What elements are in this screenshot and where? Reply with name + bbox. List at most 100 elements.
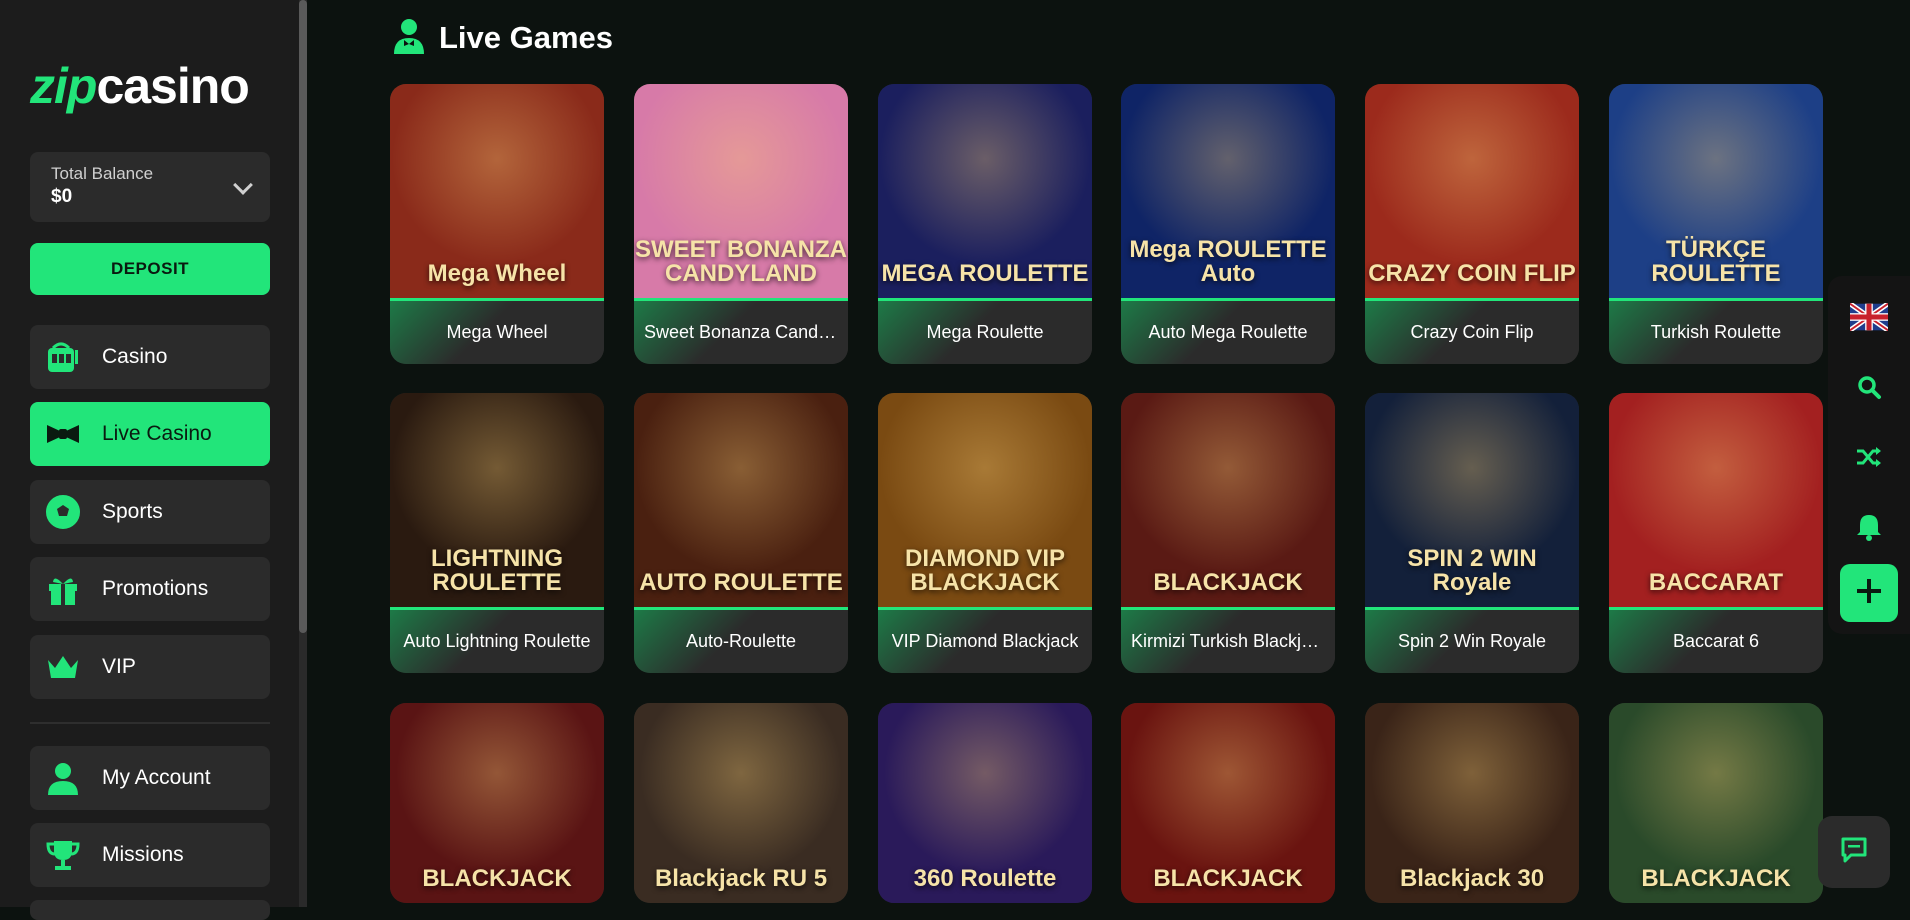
game-title-bar[interactable]: Kirmizi Turkish Blackjack [1121,607,1335,673]
user-icon [44,759,82,797]
game-thumbnail[interactable]: TÜRKÇE ROULETTE [1609,84,1823,298]
uk-flag-icon [1848,301,1890,336]
game-title-bar[interactable]: Spin 2 Win Royale [1365,607,1579,673]
game-thumbnail[interactable]: Mega ROULETTE Auto [1121,84,1335,298]
game-art-text: BACCARAT [1648,569,1784,596]
language-button[interactable] [1840,290,1898,348]
live-chat-button[interactable] [1818,816,1890,888]
game-thumbnail[interactable]: CRAZY COIN FLIP [1365,84,1579,298]
game-thumbnail[interactable]: 360 Roulette [878,703,1092,903]
game-title-bar[interactable]: Auto Mega Roulette [1121,298,1335,364]
game-title-bar[interactable]: Baccarat 6 [1609,607,1823,673]
crown-icon [44,648,82,686]
random-game-button[interactable] [1840,430,1898,488]
sidebar: zip casino Total Balance $0 DEPOSIT Casin… [0,0,302,920]
game-card[interactable]: AUTO ROULETTE Auto-Roulette [634,393,848,673]
game-thumbnail[interactable]: MEGA ROULETTE [878,84,1092,298]
sidebar-item-label: VIP [102,655,136,678]
deposit-button[interactable]: DEPOSIT [30,243,270,295]
game-card[interactable]: Mega Wheel Mega Wheel [390,84,604,364]
game-title: Sweet Bonanza Candy Land [644,322,838,342]
sidebar-item-missions[interactable]: Missions [30,823,270,887]
sidebar-item-live-casino[interactable]: Live Casino [30,402,270,466]
game-thumbnail[interactable]: Blackjack 30 [1365,703,1579,903]
sidebar-item-casino[interactable]: Casino [30,325,270,389]
game-card[interactable]: TÜRKÇE ROULETTE Turkish Roulette [1609,84,1823,364]
sidebar-item-promotions[interactable]: Promotions [30,557,270,621]
soccer-ball-icon [44,493,82,531]
game-title: Auto Mega Roulette [1148,322,1308,342]
game-thumbnail[interactable]: BLACKJACK [390,703,604,903]
search-button[interactable] [1840,360,1898,418]
game-card[interactable]: BACCARAT Baccarat 6 [1609,393,1823,673]
game-thumbnail[interactable]: BLACKJACK [1121,393,1335,607]
game-thumbnail[interactable]: LIGHTNING ROULETTE [390,393,604,607]
game-title: Auto Lightning Roulette [403,631,591,651]
game-art-text: LIGHTNING ROULETTE [431,545,563,596]
game-thumbnail[interactable]: SWEET BONANZA CANDYLAND [634,84,848,298]
zipcasino-logo[interactable]: zip casino [30,58,250,114]
game-thumbnail[interactable]: BACCARAT [1609,393,1823,607]
sidebar-item-label: Live Casino [102,422,212,445]
game-title: Mega Roulette [926,322,1044,342]
game-title-bar[interactable]: Auto Lightning Roulette [390,607,604,673]
game-thumbnail[interactable]: AUTO ROULETTE [634,393,848,607]
slot-machine-icon [44,338,82,376]
chat-icon [1839,835,1869,870]
game-thumbnail[interactable]: Mega Wheel [390,84,604,298]
game-card[interactable]: DIAMOND VIP BLACKJACK VIP Diamond Blackja… [878,393,1092,673]
game-art-text: AUTO ROULETTE [639,569,843,596]
game-card[interactable]: Blackjack RU 5 [634,703,848,903]
sidebar-item-label: Sports [102,500,163,523]
game-card[interactable]: BLACKJACK [1121,703,1335,903]
sidebar-item-partial[interactable] [30,900,270,920]
game-art-text: TÜRKÇE ROULETTE [1651,236,1781,287]
game-card[interactable]: BLACKJACK [1609,703,1823,903]
game-title-bar[interactable]: Sweet Bonanza Candy Land [634,298,848,364]
game-title: Auto-Roulette [685,631,797,651]
total-balance-dropdown[interactable]: Total Balance $0 [30,152,270,222]
game-title-bar[interactable]: Turkish Roulette [1609,298,1823,364]
game-thumbnail[interactable]: Blackjack RU 5 [634,703,848,903]
notifications-button[interactable] [1840,500,1898,558]
section-title: Live Games [439,20,614,55]
game-thumbnail[interactable]: DIAMOND VIP BLACKJACK [878,393,1092,607]
game-art-text: BLACKJACK [1153,865,1303,892]
game-card[interactable]: MEGA ROULETTE Mega Roulette [878,84,1092,364]
sidebar-item-my-account[interactable]: My Account [30,746,270,810]
game-title-bar[interactable]: Mega Wheel [390,298,604,364]
game-card[interactable]: SPIN 2 WIN Royale Spin 2 Win Royale [1365,393,1579,673]
game-title: VIP Diamond Blackjack [891,631,1079,651]
game-card[interactable]: 360 Roulette [878,703,1092,903]
scrollbar-thumb[interactable] [299,0,307,633]
game-art-text: Blackjack RU 5 [654,865,828,892]
game-art-text: Mega Wheel [427,260,567,287]
game-card[interactable]: Blackjack 30 [1365,703,1579,903]
game-card[interactable]: LIGHTNING ROULETTE Auto Lightning Roulett… [390,393,604,673]
sidebar-item-label: My Account [102,766,211,789]
sidebar-item-sports[interactable]: Sports [30,480,270,544]
game-art-text: Mega ROULETTE Auto [1129,236,1327,287]
game-card[interactable]: Mega ROULETTE Auto Auto Mega Roulette [1121,84,1335,364]
game-card[interactable]: BLACKJACK Kirmizi Turkish Blackjack [1121,393,1335,673]
game-card[interactable]: BLACKJACK [390,703,604,903]
game-title-bar[interactable]: VIP Diamond Blackjack [878,607,1092,673]
gift-icon [44,570,82,608]
expand-button[interactable] [1840,564,1898,622]
sidebar-divider [30,722,270,724]
sidebar-item-label: Missions [102,843,184,866]
game-art-text: DIAMOND VIP BLACKJACK [904,545,1065,596]
game-title-bar[interactable]: Auto-Roulette [634,607,848,673]
game-thumbnail[interactable]: SPIN 2 WIN Royale [1365,393,1579,607]
game-thumbnail[interactable]: BLACKJACK [1609,703,1823,903]
game-thumbnail[interactable]: BLACKJACK [1121,703,1335,903]
sidebar-item-vip[interactable]: VIP [30,635,270,699]
game-title: Turkish Roulette [1650,322,1782,342]
game-title: Spin 2 Win Royale [1397,631,1547,651]
game-art-text: BLACKJACK [422,865,572,892]
game-title-bar[interactable]: Mega Roulette [878,298,1092,364]
game-title-bar[interactable]: Crazy Coin Flip [1365,298,1579,364]
game-card[interactable]: CRAZY COIN FLIP Crazy Coin Flip [1365,84,1579,364]
sidebar-scrollbar[interactable] [299,0,307,907]
game-card[interactable]: SWEET BONANZA CANDYLAND Sweet Bonanza Can… [634,84,848,364]
